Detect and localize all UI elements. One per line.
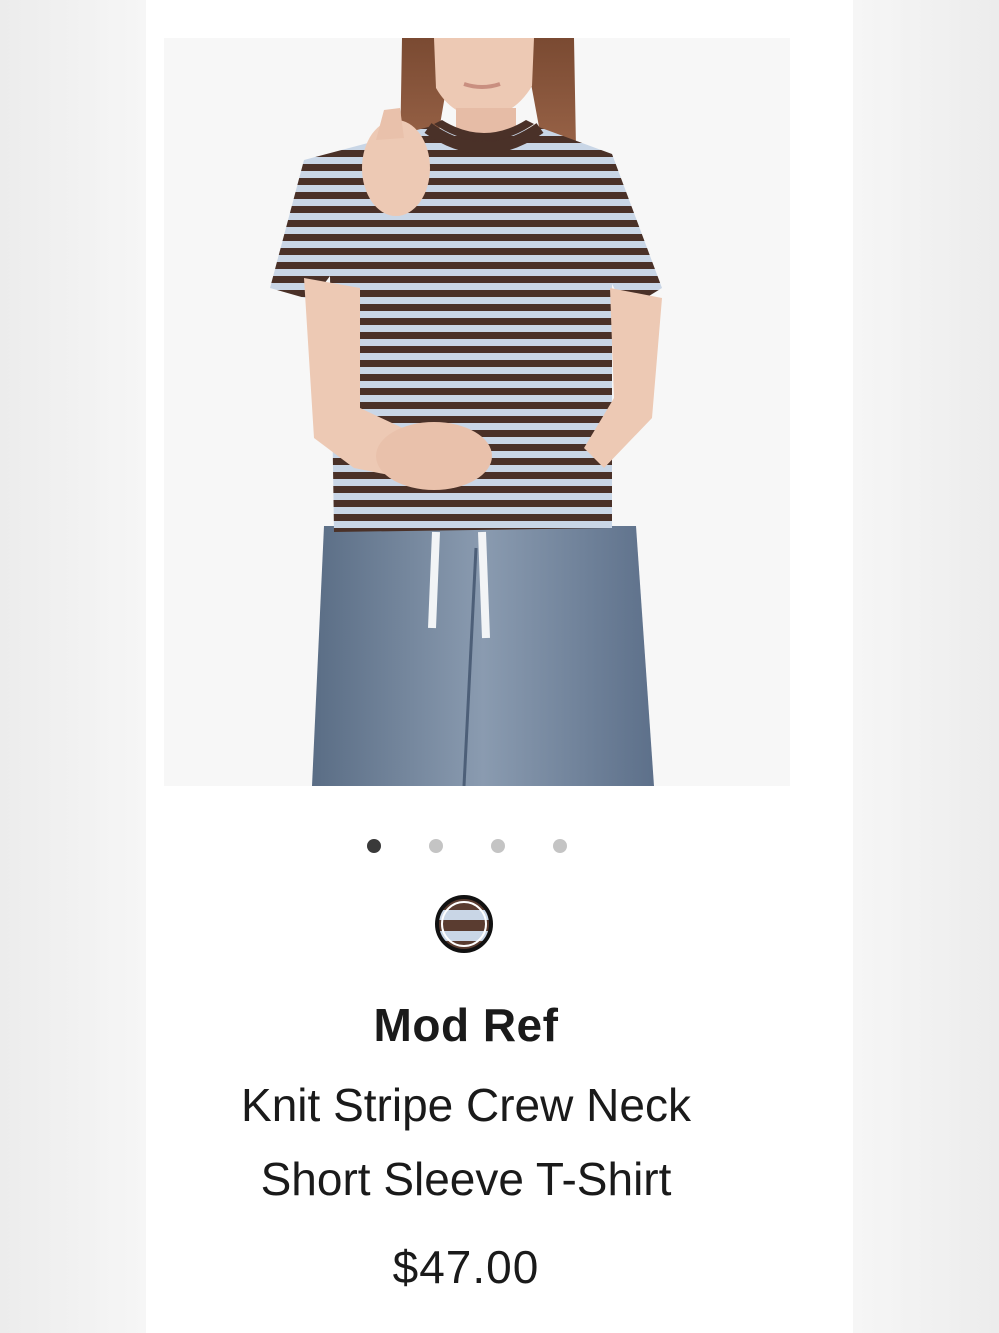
image-carousel-indicators xyxy=(367,839,615,855)
carousel-dot-3[interactable] xyxy=(491,839,505,853)
swatch-selected-ring xyxy=(441,901,487,947)
carousel-dot-4[interactable] xyxy=(553,839,567,853)
page-background-left xyxy=(0,0,146,1333)
product-title-line-1: Knit Stripe Crew Neck xyxy=(241,1079,691,1131)
carousel-dot-2[interactable] xyxy=(429,839,443,853)
product-image[interactable] xyxy=(164,38,790,786)
product-price: $47.00 xyxy=(392,1241,540,1293)
product-title-line-2: Short Sleeve T-Shirt xyxy=(260,1153,672,1205)
color-swatch[interactable] xyxy=(435,895,493,953)
page-background-right xyxy=(853,0,999,1333)
product-title[interactable]: Knit Stripe Crew Neck Short Sleeve T-Shi… xyxy=(166,1068,766,1216)
carousel-dot-1[interactable] xyxy=(367,839,381,853)
product-brand[interactable]: Mod Ref xyxy=(146,998,786,1052)
